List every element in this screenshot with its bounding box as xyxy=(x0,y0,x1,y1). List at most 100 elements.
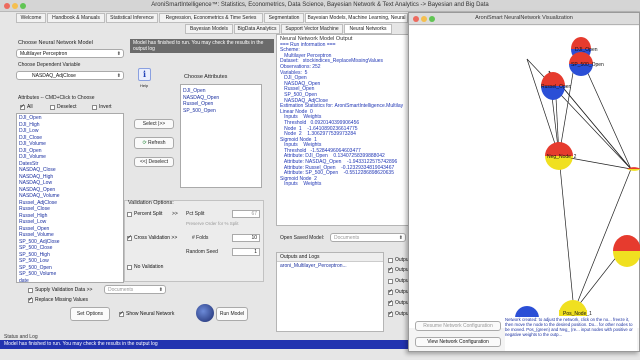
validation-data-select[interactable]: Documents ⬍ xyxy=(104,285,166,294)
checkbox-box xyxy=(388,266,393,273)
attributes-list[interactable]: DJI_Open DJI_High DJI_Low DJI_Close DJI_… xyxy=(16,113,124,283)
tab-segmentation[interactable]: Segmentation xyxy=(264,13,304,23)
run-model-button[interactable]: Run Model xyxy=(216,307,248,321)
nn-info-text: Network created: to adjust the network, … xyxy=(505,317,637,351)
node-label: DJI_Open xyxy=(575,47,598,53)
chevron-down-icon: ⬍ xyxy=(116,51,121,57)
invert-checkbox-label: Invert xyxy=(99,104,112,110)
node-label: SP_500_Open xyxy=(571,62,604,68)
output-checkbox-1[interactable]: Outpu xyxy=(388,257,409,263)
refresh-button[interactable]: ⟳ Refresh xyxy=(134,137,174,149)
refresh-button-label: Refresh xyxy=(148,140,166,146)
output-checkbox-6[interactable]: Outpu xyxy=(388,310,409,317)
output-checkbox-4[interactable]: Outpu xyxy=(388,288,409,295)
window-title: AroniSmartIntelligence™: Statistics, Eco… xyxy=(151,2,489,8)
checkbox-box xyxy=(28,296,33,303)
nn-window-title: AroniSmart NeuralNetwork Visualization xyxy=(475,15,573,21)
node-russel-open[interactable]: Russel_Open xyxy=(541,72,572,100)
output-checkbox-3[interactable]: Outpu xyxy=(388,278,409,284)
output-checkbox-label: Outpu xyxy=(395,300,409,306)
tab-bayesian-models[interactable]: Bayesian Models xyxy=(185,24,233,34)
tab-support-vector-machine[interactable]: Support Vector Machine xyxy=(281,24,343,34)
all-checkbox-label: All xyxy=(27,104,33,110)
nn-graph[interactable]: DJI_Open SP_500_Open Russel_Open Neg_Nod… xyxy=(409,26,640,330)
supply-validation-label: Supply Validation Data >> xyxy=(35,287,93,293)
checkbox-box xyxy=(119,310,124,317)
preserve-order-label: Preserve Order for % Split xyxy=(186,221,239,226)
list-item[interactable]: aroni_Multilayer_Perceptron... xyxy=(277,262,383,270)
deselect-button[interactable]: <<| Deselect xyxy=(134,157,174,167)
no-validation-label: No Validation xyxy=(134,264,164,270)
model-select[interactable]: Multilayer Perceptron ⬍ xyxy=(16,49,124,58)
percent-split-arrow: >> xyxy=(172,211,178,217)
chosen-attributes-list[interactable]: DJI_Open NASDAQ_Open Russel_Open SP_500_… xyxy=(180,84,262,188)
checkbox-box xyxy=(388,288,393,295)
node-sp500-open[interactable]: SP_500_Open xyxy=(569,52,604,76)
node-pos-node-1[interactable]: Pos_Node_1 xyxy=(559,300,592,317)
node-hidden-right[interactable] xyxy=(627,167,640,171)
checkbox-box xyxy=(388,299,393,306)
checkbox-box xyxy=(127,264,132,270)
output-checkbox-label: Outpu xyxy=(395,289,409,295)
show-neural-network-checkbox[interactable]: Show Neural Network xyxy=(119,310,174,317)
tab-regression[interactable]: Regression, Econometrics & Time Series xyxy=(159,13,263,23)
outputs-logs-header: Outputs and Logs xyxy=(277,253,383,262)
choose-attributes-label: Choose Attributes xyxy=(184,74,228,80)
chevron-down-icon: ⬍ xyxy=(398,235,403,241)
checkbox-box xyxy=(127,211,132,217)
tab-bayesian-ml[interactable]: Bayesian Models, Machine Learning, Neura… xyxy=(305,13,408,23)
tab-statistical-inference[interactable]: Statistical Inference xyxy=(106,13,158,23)
cross-validation-checkbox[interactable]: Cross Validation >> xyxy=(127,234,178,241)
output-checkbox-5[interactable]: Outpu xyxy=(388,299,409,306)
output-checkbox-2[interactable]: Outpu xyxy=(388,266,409,273)
checkbox-box xyxy=(388,278,393,284)
node-label: Neg_Node_2 xyxy=(547,154,577,160)
percent-split-checkbox[interactable]: Percent Split xyxy=(127,211,162,217)
view-network-config-button[interactable]: View Network Configuration xyxy=(415,337,501,347)
dependent-label: Choose Dependent Variable xyxy=(18,62,81,68)
tab-neural-networks[interactable]: Neural Networks xyxy=(344,24,392,34)
outputs-logs-list[interactable]: Outputs and Logs aroni_Multilayer_Percep… xyxy=(276,252,384,332)
validation-title: Validation Options: xyxy=(128,200,174,206)
chevron-down-icon: ⬍ xyxy=(116,73,121,79)
output-checkbox-label: Outpu xyxy=(395,278,409,284)
open-saved-model-label: Open Saved Model: xyxy=(280,235,325,241)
no-validation-checkbox[interactable]: No Validation xyxy=(127,264,163,270)
open-saved-model-select[interactable]: Documents ⬍ xyxy=(330,233,406,242)
all-checkbox[interactable]: All xyxy=(20,103,33,110)
supply-validation-checkbox[interactable]: Supply Validation Data >> xyxy=(28,287,92,293)
invert-checkbox[interactable]: Invert xyxy=(92,104,112,110)
checkbox-box xyxy=(28,287,33,293)
nn-window-titlebar: AroniSmart NeuralNetwork Visualization xyxy=(409,13,639,25)
cross-validation-label: Cross Validation >> xyxy=(134,235,178,241)
nn-canvas[interactable]: DJI_Open SP_500_Open Russel_Open Neg_Nod… xyxy=(409,26,640,330)
model-label: Choose Neural Network Model xyxy=(18,40,93,46)
node-label: Russel_Open xyxy=(541,84,572,90)
checkbox-box xyxy=(127,234,132,241)
folds-field[interactable]: 10 xyxy=(232,234,260,242)
percent-split-label: Percent Split xyxy=(134,211,163,217)
deselect-checkbox-label: Deselect xyxy=(57,104,77,110)
checkbox-box xyxy=(388,257,393,263)
dependent-select[interactable]: NASDAQ_AdjClose ⬍ xyxy=(16,71,124,80)
seed-field[interactable]: 1 xyxy=(232,248,260,256)
output-line: Inputs Weights xyxy=(280,181,322,188)
validation-data-value: Documents xyxy=(108,287,134,293)
tab-bigdata-analytics[interactable]: BigData Analytics xyxy=(234,24,280,34)
resume-network-config-button[interactable]: Resume Network Configuration xyxy=(415,321,501,331)
list-item[interactable]: date xyxy=(17,278,123,283)
checkbox-box xyxy=(92,104,97,110)
pct-split-field[interactable]: 67 xyxy=(232,210,260,218)
checkbox-box xyxy=(388,310,393,317)
select-button[interactable]: Select |>> xyxy=(134,119,174,129)
deselect-checkbox[interactable]: Deselect xyxy=(50,104,76,110)
tab-welcome[interactable]: Welcome xyxy=(16,13,46,23)
replace-missing-checkbox[interactable]: Replace Missing Values xyxy=(28,296,88,303)
tab-handbook[interactable]: Handbook & Manuals xyxy=(47,13,105,23)
list-item[interactable]: SP_500_Open xyxy=(181,108,261,115)
help-icon[interactable]: i xyxy=(138,68,151,81)
node-neg-node-2[interactable]: Neg_Node_2 xyxy=(545,142,577,170)
checkbox-box xyxy=(20,103,25,110)
node-output-right[interactable] xyxy=(613,235,640,267)
set-options-button[interactable]: Set Options xyxy=(70,307,110,321)
